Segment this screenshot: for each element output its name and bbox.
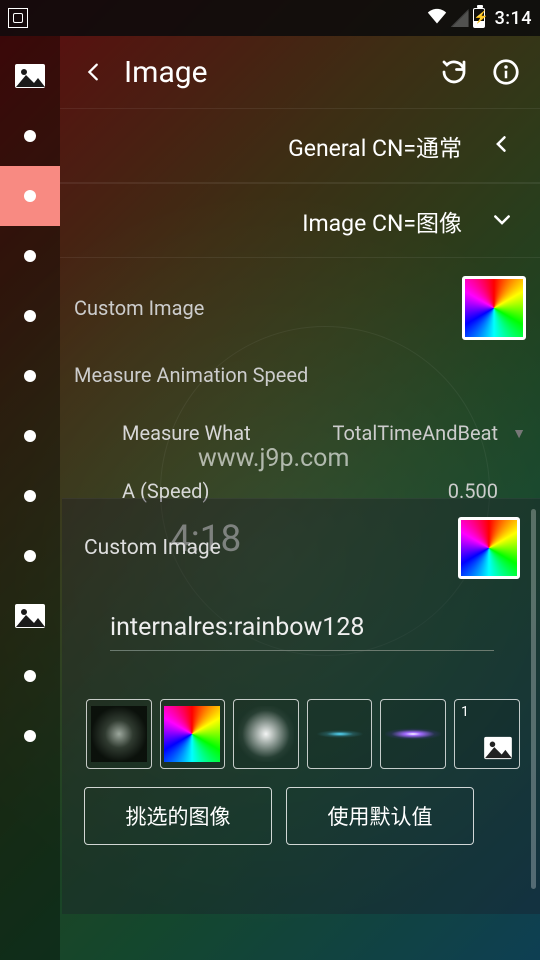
sidebar-item-2-active[interactable] <box>0 166 60 226</box>
app-indicator-icon <box>8 8 28 28</box>
back-button[interactable] <box>72 50 116 94</box>
sidebar-item-10[interactable] <box>0 706 60 766</box>
sidebar-item-9[interactable] <box>0 646 60 706</box>
thumb-rainbow[interactable] <box>160 699 226 769</box>
scrollbar[interactable] <box>531 509 536 889</box>
setting-measure-what[interactable]: Measure What TotalTimeAndBeat ▼ <box>74 404 526 462</box>
pick-image-label: 挑选的图像 <box>126 801 231 831</box>
custom-image-swatch[interactable] <box>462 276 526 340</box>
sidebar-item-4[interactable] <box>0 286 60 346</box>
setting-measure-anim-speed[interactable]: Measure Animation Speed <box>74 346 526 404</box>
sidebar-item-3[interactable] <box>0 226 60 286</box>
battery-charging-icon: ⚡ <box>473 8 485 28</box>
image-path-input[interactable]: internalres:rainbow128 <box>110 609 494 651</box>
chevron-left-icon <box>482 132 522 160</box>
sidebar-item-5[interactable] <box>0 346 60 406</box>
group-general-label: General CN=通常 <box>288 129 462 163</box>
setting-measure-what-label: Measure What <box>122 421 333 445</box>
thumb-lens-cyan[interactable] <box>307 699 373 769</box>
thumb-picker-badge: 1 <box>461 704 469 720</box>
group-general-row[interactable]: General CN=通常 <box>60 108 540 182</box>
thumb-lens-purple[interactable] <box>380 699 446 769</box>
group-image-label: Image CN=图像 <box>302 204 462 238</box>
thumb-image-picker[interactable]: 1 <box>454 699 520 769</box>
toolbar: Image <box>60 36 540 108</box>
pick-image-button[interactable]: 挑选的图像 <box>84 787 272 845</box>
status-clock: 3:14 <box>495 8 532 29</box>
preset-thumbnails: 1 <box>86 699 520 769</box>
sidebar-item-image-top[interactable] <box>0 46 60 106</box>
sidebar-item-image-bottom[interactable] <box>0 586 60 646</box>
panel-current-swatch[interactable] <box>458 517 520 579</box>
image-icon <box>483 736 513 760</box>
info-button[interactable] <box>484 50 528 94</box>
setting-custom-image-label: Custom Image <box>74 296 462 320</box>
rotate-ccw-icon <box>439 57 469 87</box>
chevron-left-icon <box>83 61 105 83</box>
page-title: Image <box>124 55 208 90</box>
group-image-row[interactable]: Image CN=图像 <box>60 183 540 257</box>
dropdown-caret-icon: ▼ <box>498 425 526 442</box>
sidebar-item-7[interactable] <box>0 466 60 526</box>
use-default-label: 使用默认值 <box>328 801 433 831</box>
setting-measure-anim-speed-label: Measure Animation Speed <box>74 363 526 387</box>
reset-button[interactable] <box>432 50 476 94</box>
left-sidebar <box>0 36 60 960</box>
sidebar-item-1[interactable] <box>0 106 60 166</box>
sidebar-item-8[interactable] <box>0 526 60 586</box>
image-path-value: internalres:rainbow128 <box>110 613 364 642</box>
setting-custom-image[interactable]: Custom Image <box>74 276 526 340</box>
status-bar: ⚡ 3:14 <box>0 0 540 36</box>
use-default-button[interactable]: 使用默认值 <box>286 787 474 845</box>
thumb-soft-dark[interactable] <box>86 699 152 769</box>
sidebar-item-6[interactable] <box>0 406 60 466</box>
info-icon <box>491 57 521 87</box>
setting-measure-what-value: TotalTimeAndBeat <box>333 421 498 445</box>
thumb-soft-white[interactable] <box>233 699 299 769</box>
no-sim-icon <box>451 9 469 27</box>
custom-image-panel: Custom Image internalres:rainbow128 1 挑选… <box>62 498 540 914</box>
chevron-down-icon <box>482 207 522 235</box>
panel-title: Custom Image <box>84 536 458 560</box>
wifi-icon <box>427 6 447 31</box>
